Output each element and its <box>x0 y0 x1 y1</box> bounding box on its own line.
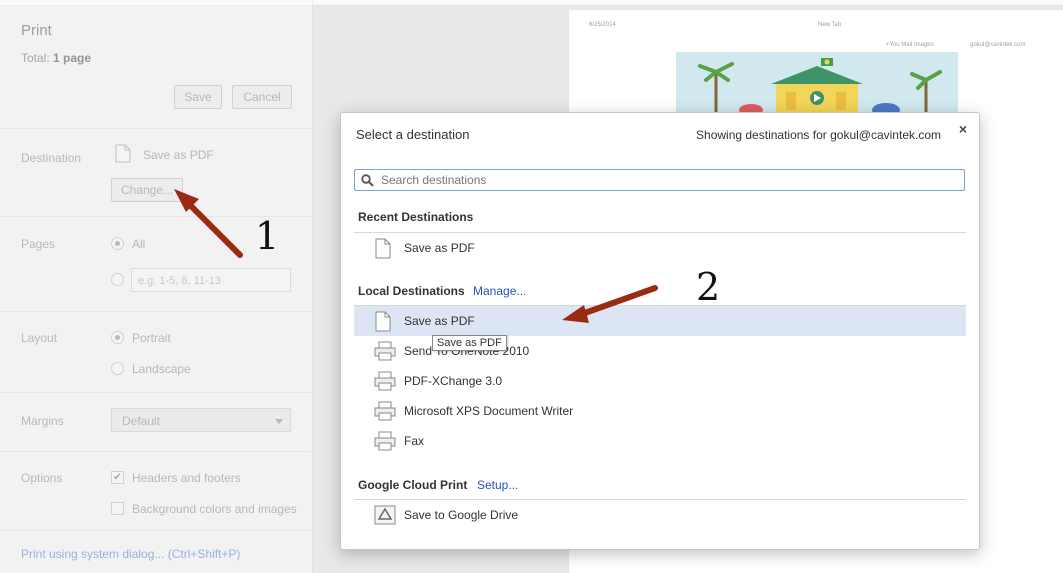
arrow-1-shaft <box>185 200 243 258</box>
callout-number-1: 1 <box>255 214 280 258</box>
annotation-layer <box>174 189 658 323</box>
arrow-2-shaft <box>579 285 658 317</box>
callout-number-2: 2 <box>696 265 721 309</box>
arrow-2-head <box>562 305 589 323</box>
